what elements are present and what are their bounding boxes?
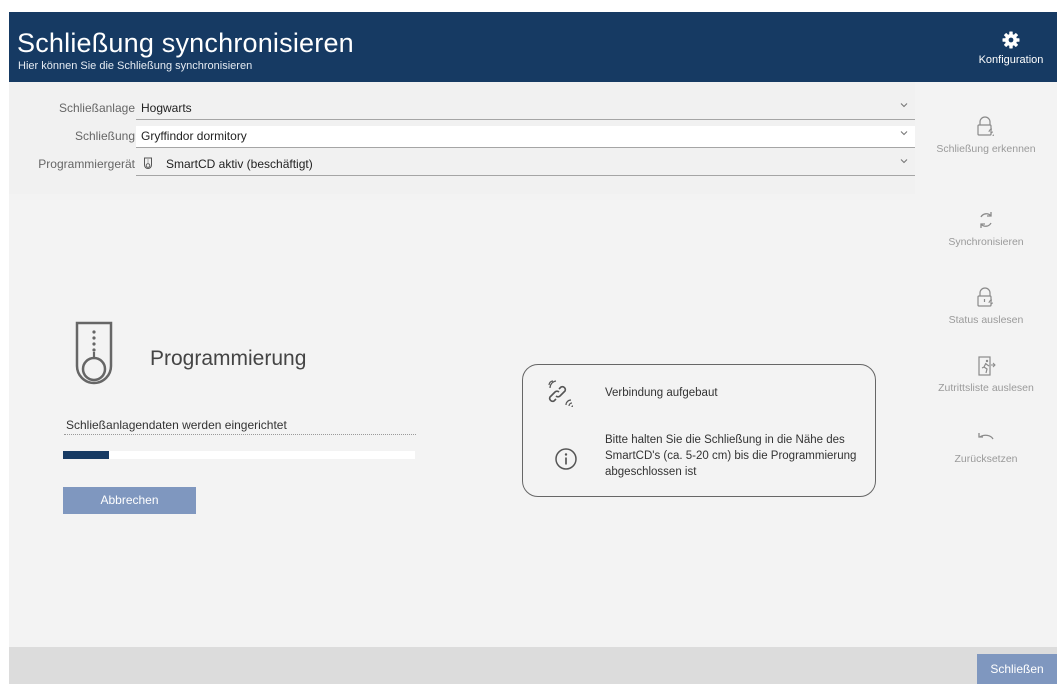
synchronize-button[interactable]: Synchronisieren xyxy=(915,208,1057,248)
lock-select[interactable]: Gryffindor dormitory xyxy=(136,126,915,148)
progress-fill xyxy=(63,451,109,459)
detect-lock-label: Schließung erkennen xyxy=(936,143,1036,155)
wireless-link-icon xyxy=(548,380,574,408)
reset-icon xyxy=(978,433,994,440)
selection-form: Schließanlage Hogwarts Schließung Gryffi… xyxy=(9,82,915,194)
lock-row: Schließung Gryffindor dormitory xyxy=(9,126,915,148)
connection-status-text: Verbindung aufgebaut xyxy=(605,387,718,399)
read-access-list-label: Zutrittsliste auslesen xyxy=(938,382,1034,394)
progress-bar xyxy=(63,451,415,459)
lock-system-label: Schließanlage xyxy=(58,101,135,115)
programming-title: Programmierung xyxy=(150,347,307,370)
lock-system-select[interactable]: Hogwarts xyxy=(136,98,915,120)
read-status-label: Status auslesen xyxy=(948,314,1024,326)
info-icon xyxy=(555,448,577,470)
lock-label: Schließung xyxy=(74,129,135,143)
sync-icon xyxy=(980,212,992,228)
lock-system-value: Hogwarts xyxy=(141,101,192,115)
app-window: Schließung synchronisieren Hier können S… xyxy=(9,12,1057,684)
action-sidebar: Schließung erkennen Synchronisieren Stat… xyxy=(915,82,1057,647)
synchronize-label: Synchronisieren xyxy=(948,236,1024,248)
chevron-down-icon xyxy=(900,103,908,108)
configuration-button[interactable]: Konfiguration xyxy=(965,12,1057,82)
lock-system-row: Schließanlage Hogwarts xyxy=(9,98,915,120)
detect-lock-button[interactable]: Schließung erkennen xyxy=(915,115,1057,155)
status-divider xyxy=(64,434,416,435)
connection-info-box: Verbindung aufgebaut Bitte halten Sie di… xyxy=(522,364,876,497)
lock-value: Gryffindor dormitory xyxy=(141,129,247,143)
programming-device-select[interactable]: SmartCD aktiv (beschäftigt) xyxy=(136,154,915,176)
close-button[interactable]: Schließen xyxy=(977,654,1057,684)
instruction-text: Bitte halten Sie die Schließung in die N… xyxy=(605,434,857,478)
chevron-down-icon xyxy=(900,159,908,164)
configuration-label: Konfiguration xyxy=(978,54,1044,66)
status-text: Schließanlagendaten werden eingerichtet xyxy=(66,418,287,432)
footer-bar: Schließen xyxy=(9,647,1057,684)
lock-detect-icon xyxy=(977,116,995,137)
header-bar: Schließung synchronisieren Hier können S… xyxy=(9,12,1057,82)
page-title: Schließung synchronisieren xyxy=(17,28,354,58)
cancel-button[interactable]: Abbrechen xyxy=(63,487,196,514)
main-content: Programmierung Schließanlagendaten werde… xyxy=(9,194,915,647)
reset-label: Zurücksetzen xyxy=(954,453,1018,465)
smartcd-programmer-icon xyxy=(75,321,113,385)
read-status-button[interactable]: Status auslesen xyxy=(915,286,1057,326)
page-subtitle: Hier können Sie die Schließung synchroni… xyxy=(18,60,253,72)
programming-device-row: Programmiergerät SmartCD aktiv (beschäft… xyxy=(9,154,915,176)
access-list-icon xyxy=(978,356,996,376)
reset-button[interactable]: Zurücksetzen xyxy=(915,425,1057,465)
programming-device-label: Programmiergerät xyxy=(38,157,135,171)
gear-icon xyxy=(1002,31,1020,49)
programming-device-value: SmartCD aktiv (beschäftigt) xyxy=(166,157,313,171)
chevron-down-icon xyxy=(900,131,908,136)
lock-status-icon xyxy=(977,287,994,307)
smartcd-device-icon xyxy=(144,157,152,169)
read-access-list-button[interactable]: Zutrittsliste auslesen xyxy=(915,354,1057,394)
